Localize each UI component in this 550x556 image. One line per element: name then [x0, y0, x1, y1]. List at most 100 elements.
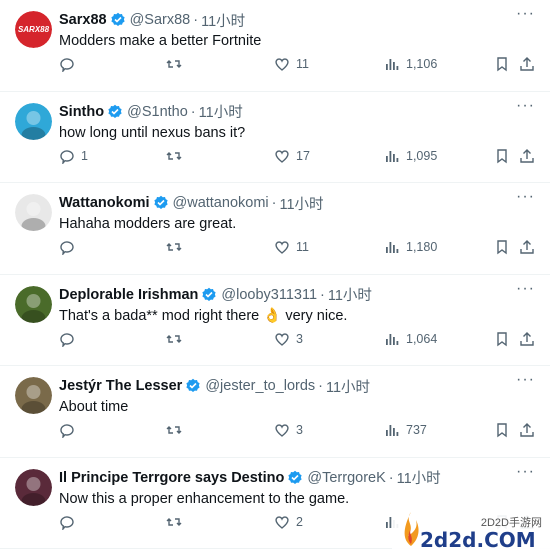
tweet-text: That's a bada** mod right there 👌 very n… [59, 307, 348, 324]
user-handle[interactable]: @S1ntho [127, 104, 188, 120]
action-bar: 3 737 [58, 422, 536, 442]
user-handle[interactable]: @looby311311 [221, 287, 317, 303]
views-chart-icon [386, 425, 399, 436]
heart-icon [275, 149, 289, 163]
avatar[interactable] [15, 102, 52, 140]
more-options-icon[interactable]: ··· [516, 372, 536, 390]
tweet[interactable]: SARX88 Sarx88 @Sarx88 · 11小时 ··· Modders make … [0, 0, 550, 92]
repost-icon [166, 151, 182, 160]
user-handle[interactable]: @jester_to_lords [205, 378, 315, 394]
share-button[interactable] [519, 56, 535, 72]
action-bar: 3 1,064 [58, 331, 536, 351]
reply-button[interactable] [59, 239, 81, 255]
more-options-icon[interactable]: ··· [516, 6, 536, 24]
bookmark-icon [497, 148, 507, 163]
tweet[interactable]: Sintho @S1ntho · 11小时 ··· how long until nexu… [0, 92, 550, 183]
timestamp[interactable]: 11小时 [199, 101, 243, 122]
more-options-icon[interactable]: ··· [516, 463, 536, 482]
like-button[interactable]: 3 [274, 422, 303, 438]
bookmark-button[interactable] [494, 422, 510, 438]
more-options-icon[interactable]: ··· [516, 97, 536, 116]
bookmark-button[interactable] [494, 56, 510, 72]
display-name[interactable]: Jestýr The Lesser [59, 378, 182, 394]
reply-button[interactable] [59, 422, 81, 438]
avatar[interactable]: SARX88 [15, 11, 52, 48]
display-name[interactable]: Sintho [59, 104, 104, 120]
repost-button[interactable] [166, 514, 188, 530]
views-button[interactable]: 1,180 [384, 239, 437, 255]
timestamp[interactable]: 11小时 [397, 467, 441, 488]
bookmark-button[interactable] [494, 239, 510, 255]
tweet-header: Sarx88 @Sarx88 · 11小时 [59, 10, 538, 30]
repost-button[interactable] [166, 239, 188, 255]
share-button[interactable] [519, 148, 535, 164]
views-button[interactable]: 737 [384, 422, 427, 438]
like-button[interactable]: 17 [274, 148, 310, 164]
display-name[interactable]: Deplorable Irishman [59, 287, 198, 303]
tweet-header: Wattanokomi @wattanokomi · 11小时 [59, 193, 538, 213]
reply-button[interactable] [59, 331, 81, 347]
bookmark-button[interactable] [494, 331, 510, 347]
repost-button[interactable] [166, 331, 188, 347]
bookmark-button[interactable] [494, 148, 510, 164]
reply-icon [60, 58, 74, 72]
display-name[interactable]: Sarx88 [59, 12, 107, 28]
timestamp[interactable]: 11小时 [279, 193, 323, 214]
action-bar: 1 17 1,095 [58, 148, 536, 168]
share-button[interactable] [519, 422, 535, 438]
display-name[interactable]: Wattanokomi [59, 195, 150, 211]
verified-badge-icon [186, 378, 200, 392]
timestamp[interactable]: 11小时 [201, 10, 245, 31]
user-handle[interactable]: @Sarx88 [130, 12, 191, 28]
user-handle[interactable]: @TerrgoreK [307, 470, 385, 486]
like-button[interactable]: 11 [274, 239, 309, 255]
share-icon [520, 240, 534, 254]
avatar[interactable] [15, 468, 52, 506]
more-options-icon[interactable]: ··· [516, 189, 536, 207]
share-button[interactable] [519, 239, 535, 255]
avatar-label: SARX88 [18, 25, 50, 34]
timestamp[interactable]: 11小时 [328, 284, 372, 305]
views-chart-icon [386, 59, 399, 70]
bookmark-icon [497, 331, 507, 346]
timestamp[interactable]: 11小时 [326, 376, 370, 397]
avatar[interactable] [15, 194, 52, 231]
heart-icon [275, 58, 289, 71]
display-name[interactable]: Il Principe Terrgore says Destino [59, 470, 284, 486]
reply-button[interactable] [59, 514, 81, 530]
more-options-icon[interactable]: ··· [516, 280, 536, 299]
reply-button[interactable] [59, 56, 81, 72]
watermark: 2D2D手游网 2d2d.COM [392, 498, 550, 556]
share-button[interactable] [519, 331, 535, 347]
repost-button[interactable] [166, 56, 188, 72]
reply-count: 1 [81, 148, 88, 163]
reply-icon [60, 515, 74, 530]
like-count: 2 [296, 514, 303, 529]
views-button[interactable]: 1,064 [384, 331, 437, 347]
avatar[interactable] [15, 377, 52, 414]
user-handle[interactable]: @wattanokomi [173, 195, 269, 211]
tweet-header: Il Principe Terrgore says Destino @Terrgo… [59, 468, 538, 488]
tweet[interactable]: Jestýr The Lesser @jester_to_lords · 11小时 ··… [0, 366, 550, 458]
like-button[interactable]: 2 [274, 514, 303, 530]
like-button[interactable]: 3 [274, 331, 303, 347]
repost-icon [166, 243, 182, 251]
avatar[interactable] [15, 285, 52, 323]
repost-icon [166, 60, 182, 68]
reply-icon [60, 424, 74, 438]
repost-button[interactable] [166, 148, 188, 164]
tweet-header: Deplorable Irishman @looby311311 · 11小时 [59, 285, 538, 305]
reply-button[interactable]: 1 [59, 148, 88, 164]
verified-badge-icon [108, 104, 122, 118]
reply-icon [60, 241, 74, 255]
like-button[interactable]: 11 [274, 56, 309, 72]
tweet[interactable]: Wattanokomi @wattanokomi · 11小时 ··· Hahaha mo… [0, 183, 550, 275]
reply-icon [60, 332, 74, 347]
tweet[interactable]: Deplorable Irishman @looby311311 · 11小时 ··· T… [0, 275, 550, 366]
views-button[interactable]: 1,095 [384, 148, 437, 164]
views-button[interactable]: 1,106 [384, 56, 437, 72]
repost-button[interactable] [166, 422, 188, 438]
like-count: 3 [296, 331, 303, 346]
views-count: 1,095 [406, 148, 438, 163]
repost-icon [166, 334, 182, 343]
